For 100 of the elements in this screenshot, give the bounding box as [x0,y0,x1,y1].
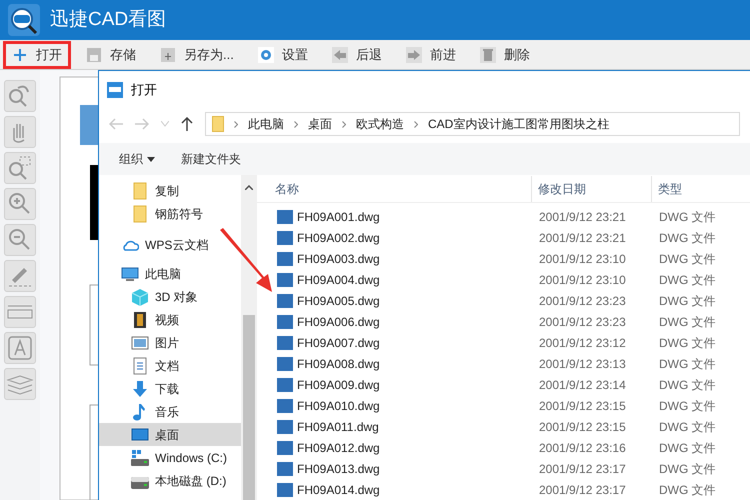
file-type: DWG 文件 [658,250,716,268]
file-name: FH09A013.dwg [297,460,380,478]
file-date: 2001/9/12 23:13 [538,356,627,372]
file-row[interactable]: FH09A001.dwg 2001/9/12 23:21 DWG 文件 [257,206,750,227]
nav-item[interactable]: 复制 [99,179,241,202]
zoom-in-button[interactable] [4,188,36,220]
nav-label: 视频 [155,312,179,328]
zoom-window-button[interactable] [4,152,36,184]
file-date: 2001/9/12 23:10 [538,250,627,268]
nav-label: Windows (C:) [155,450,228,466]
column-header[interactable]: 类型 [651,176,750,202]
file-name: FH09A011.dwg [297,418,379,436]
nav-item[interactable]: 图片 [99,331,241,354]
back-icon[interactable] [109,118,123,130]
nav-item[interactable]: 本地磁盘 (D:) [99,469,241,492]
toolbar-button[interactable]: 存储 [77,40,145,68]
file-type: DWG 文件 [658,272,716,288]
breadcrumb-item[interactable]: 欧式构造 [356,115,404,133]
nav-item[interactable]: 文档 [99,354,241,377]
nav-item[interactable]: WPS云文档 [99,233,241,256]
scrollbar-thumb[interactable] [243,315,255,500]
file-name: FH09A007.dwg [297,334,380,352]
folder-icon [131,204,149,222]
toolbar-button[interactable]: 前进 [396,40,465,68]
file-type-icon [277,210,293,224]
file-row[interactable]: FH09A009.dwg 2001/9/12 23:14 DWG 文件 [257,374,750,395]
back-arrow-icon [332,46,348,62]
file-type-icon [277,398,293,412]
up-icon[interactable] [181,117,193,131]
file-type: DWG 文件 [658,482,716,498]
toolbar-button[interactable]: 删除 [470,40,539,68]
file-date: 2001/9/12 23:17 [538,482,627,498]
menu-button[interactable]: 组织 [119,150,155,168]
nav-label: 文档 [155,358,179,374]
nav-item[interactable]: 3D 对象 [99,285,241,308]
address-bar[interactable]: 此电脑 桌面 欧式构造 CAD室内设计施工图常用图块之柱 [205,112,740,136]
nav-label: 图片 [155,334,179,352]
file-row[interactable]: FH09A005.dwg 2001/9/12 23:23 DWG 文件 [257,290,750,311]
file-row[interactable]: FH09A012.dwg 2001/9/12 23:16 DWG 文件 [257,437,750,458]
ruler-button[interactable] [4,296,36,328]
text-icon [6,334,34,362]
hand-button[interactable] [4,116,36,148]
nav-label: 此电脑 [145,266,181,282]
toolbar-button[interactable]: 后退 [322,40,391,68]
file-date: 2001/9/12 23:15 [538,398,627,414]
file-row[interactable]: FH09A014.dwg 2001/9/12 23:17 DWG 文件 [257,479,750,500]
nav-item[interactable]: 钢筋符号 [99,202,241,225]
nav-item[interactable]: 桌面 [99,423,241,446]
toolbar-button[interactable]: 打开 [3,40,71,68]
image-icon [131,334,149,352]
zoom-back-button[interactable] [4,80,36,112]
file-row[interactable]: FH09A010.dwg 2001/9/12 23:15 DWG 文件 [257,395,750,416]
file-row[interactable]: FH09A003.dwg 2001/9/12 23:10 DWG 文件 [257,248,750,269]
chevron-right-icon [414,120,418,128]
document-icon [131,356,149,374]
breadcrumb-item[interactable]: 此电脑 [248,115,284,133]
file-type: DWG 文件 [658,376,716,394]
text-button[interactable] [4,332,36,364]
pencil-button[interactable] [4,260,36,292]
file-type-icon [277,230,293,244]
scroll-up-icon[interactable] [245,185,253,190]
nav-item[interactable]: 音乐 [99,400,241,423]
chevron-down-icon[interactable] [161,121,169,127]
file-type-icon [277,420,293,434]
monitor-icon [131,426,149,444]
file-row[interactable]: FH09A007.dwg 2001/9/12 23:12 DWG 文件 [257,332,750,353]
nav-item[interactable]: 视频 [99,308,241,331]
app-title: 迅捷CAD看图 [50,8,166,32]
file-row[interactable]: FH09A004.dwg 2001/9/12 23:10 DWG 文件 [257,269,750,290]
file-name: FH09A008.dwg [297,356,380,372]
nav-item[interactable]: 此电脑 [99,262,241,285]
layers-button[interactable] [4,368,36,400]
column-header[interactable]: 修改日期 [531,176,651,202]
file-row[interactable]: FH09A013.dwg 2001/9/12 23:17 DWG 文件 [257,458,750,479]
column-header[interactable]: 名称 [257,176,531,202]
file-type-icon [277,462,293,476]
file-name: FH09A001.dwg [297,208,380,226]
breadcrumb-item[interactable]: 桌面 [308,115,332,133]
file-row[interactable]: FH09A008.dwg 2001/9/12 23:13 DWG 文件 [257,353,750,374]
file-type-icon [277,294,293,308]
file-date: 2001/9/12 23:15 [538,418,627,436]
file-type-icon [277,440,293,454]
forward-icon[interactable] [135,118,149,130]
toolbar-button[interactable]: 另存为... [151,40,243,68]
zoom-out-button[interactable] [4,224,36,256]
trash-icon [480,46,496,62]
nav-label: 下载 [155,380,179,398]
file-name: FH09A005.dwg [297,292,380,310]
toolbar-button[interactable]: 设置 [248,40,317,68]
breadcrumb-item[interactable]: CAD室内设计施工图常用图块之柱 [428,115,610,133]
nav-item[interactable]: Windows (C:) [99,446,241,469]
nav-item[interactable]: 下载 [99,377,241,400]
file-row[interactable]: FH09A006.dwg 2001/9/12 23:23 DWG 文件 [257,311,750,332]
file-row[interactable]: FH09A002.dwg 2001/9/12 23:21 DWG 文件 [257,227,750,248]
file-row[interactable]: FH09A011.dwg 2001/9/12 23:15 DWG 文件 [257,416,750,437]
nav-label: 本地磁盘 (D:) [155,472,226,490]
toolbar-button[interactable]: 新建文件夹 [181,150,241,168]
file-date: 2001/9/12 23:14 [538,376,627,394]
file-type-icon [277,314,293,328]
nav-label: 桌面 [155,426,179,444]
